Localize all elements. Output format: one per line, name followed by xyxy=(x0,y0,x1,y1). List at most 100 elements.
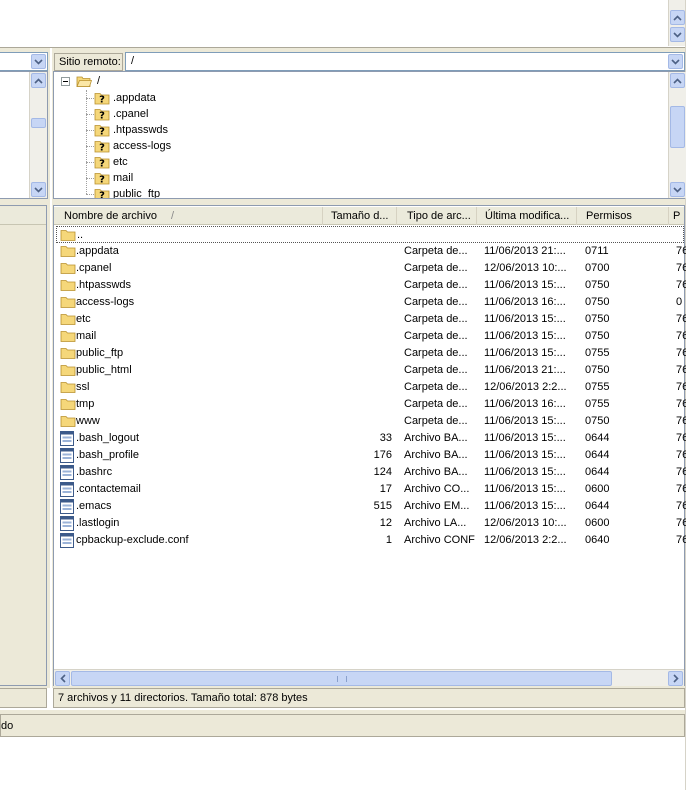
file-type: Archivo CO... xyxy=(404,483,470,495)
scroll-left-button[interactable] xyxy=(55,671,70,686)
column-permissions[interactable]: Permisos xyxy=(577,206,669,225)
scroll-right-button[interactable] xyxy=(668,671,683,686)
file-owner: 76 xyxy=(676,483,686,495)
list-horizontal-scrollbar[interactable] xyxy=(54,669,684,686)
table-row[interactable]: tmp Carpeta de... 11/06/2013 16:... 0755 76 xyxy=(56,396,686,413)
tree-item[interactable]: ? public_ftp xyxy=(94,186,160,200)
file-modified: 12/06/2013 10:... xyxy=(484,262,567,274)
file-icon xyxy=(60,499,74,514)
remote-tree: / ? .appdata? .cpanel? .htpasswds? access-lo… xyxy=(53,71,685,199)
parent-directory-row[interactable]: .. xyxy=(56,226,684,243)
local-path-combo[interactable] xyxy=(0,52,48,71)
scroll-thumb[interactable] xyxy=(670,106,685,148)
table-row[interactable]: .emacs 515 Archivo EM... 11/06/2013 15:... 0… xyxy=(56,498,686,515)
table-row[interactable]: access-logs Carpeta de... 11/06/2013 16:..… xyxy=(56,294,684,311)
file-owner: 76 xyxy=(676,279,686,291)
file-permissions: 0755 xyxy=(585,398,610,410)
scroll-down-button[interactable] xyxy=(670,27,685,42)
unknown-folder-icon: ? xyxy=(94,109,110,121)
tree-expander[interactable] xyxy=(61,77,70,86)
unknown-folder-icon: ? xyxy=(94,157,110,169)
message-log-scrollbar[interactable] xyxy=(668,0,686,46)
file-icon xyxy=(60,431,74,446)
file-modified: 12/06/2013 10:... xyxy=(484,517,567,529)
column-owner[interactable]: P xyxy=(669,207,684,225)
table-row[interactable]: .cpanel Carpeta de... 12/06/2013 10:... 070… xyxy=(56,260,686,277)
folder-icon xyxy=(60,416,76,427)
file-name: tmp xyxy=(76,398,95,410)
file-icon xyxy=(60,448,74,463)
table-row[interactable]: .bashrc 124 Archivo BA... 11/06/2013 15:...… xyxy=(56,464,686,481)
file-type: Archivo BA... xyxy=(404,432,468,444)
column-name[interactable]: Nombre de archivo / xyxy=(54,206,323,225)
file-size: 124 xyxy=(373,466,392,478)
folder-icon xyxy=(60,263,76,274)
scroll-down-button[interactable] xyxy=(670,182,685,197)
local-tree-scrollbar[interactable] xyxy=(29,72,47,198)
column-owner-label: P xyxy=(673,209,681,222)
scroll-up-button[interactable] xyxy=(31,73,46,88)
queue-tab-label[interactable]: do xyxy=(1,720,13,732)
remote-tree-scrollbar[interactable] xyxy=(668,72,686,198)
tree-item[interactable]: ? .htpasswds xyxy=(94,122,168,138)
scroll-thumb[interactable] xyxy=(71,671,612,686)
folder-icon xyxy=(60,246,76,257)
table-row[interactable]: .bash_logout 33 Archivo BA... 11/06/2013 15… xyxy=(56,430,686,447)
remote-path-dropdown-button[interactable] xyxy=(668,54,683,69)
table-row[interactable]: cpbackup-exclude.conf 1 Archivo CONF 12/06/… xyxy=(56,532,686,549)
chevron-up-icon xyxy=(673,77,682,84)
scroll-down-button[interactable] xyxy=(31,182,46,197)
column-permissions-label: Permisos xyxy=(586,209,632,222)
local-path-dropdown-button[interactable] xyxy=(31,54,46,69)
table-row[interactable]: .htpasswds Carpeta de... 11/06/2013 15:...… xyxy=(56,277,686,294)
scroll-up-button[interactable] xyxy=(670,73,685,88)
folder-icon xyxy=(60,280,76,291)
file-permissions: 0750 xyxy=(585,313,610,325)
file-icon xyxy=(60,465,74,480)
chevron-left-icon xyxy=(59,674,66,683)
tree-item[interactable]: ? .appdata xyxy=(94,90,156,106)
queue-tab-strip: do xyxy=(0,714,685,737)
table-row[interactable]: .bash_profile 176 Archivo BA... 11/06/2013 … xyxy=(56,447,686,464)
file-name: ssl xyxy=(76,381,90,393)
table-row[interactable]: mail Carpeta de... 11/06/2013 15:... 0750 76 xyxy=(56,328,686,345)
table-row[interactable]: ssl Carpeta de... 12/06/2013 2:2... 0755 76 xyxy=(56,379,686,396)
file-modified: 11/06/2013 16:... xyxy=(484,296,566,308)
remote-path-value: / xyxy=(131,55,135,67)
table-row[interactable]: .appdata Carpeta de... 11/06/2013 21:... 07… xyxy=(56,243,686,260)
file-owner: 76 xyxy=(676,449,686,461)
remote-site-label-box: Sitio remoto: xyxy=(54,53,123,71)
tree-root-label: / xyxy=(97,75,101,87)
remote-status-bar: 7 archivos y 11 directorios. Tamaño tota… xyxy=(53,688,685,708)
file-icon xyxy=(60,533,74,548)
table-row[interactable]: .contactemail 17 Archivo CO... 11/06/2013 1… xyxy=(56,481,686,498)
scroll-up-button[interactable] xyxy=(670,10,685,25)
table-row[interactable]: public_html Carpeta de... 11/06/2013 21:..… xyxy=(56,362,686,379)
folder-icon xyxy=(60,297,76,308)
column-type[interactable]: Tipo de arc... xyxy=(397,206,477,225)
table-row[interactable]: public_ftp Carpeta de... 11/06/2013 15:...… xyxy=(56,345,686,362)
file-name: public_ftp xyxy=(76,347,124,359)
file-permissions: 0750 xyxy=(585,296,610,308)
file-size: 17 xyxy=(379,483,392,495)
file-permissions: 0600 xyxy=(585,483,610,495)
table-row[interactable]: .lastlogin 12 Archivo LA... 12/06/2013 10:.… xyxy=(56,515,686,532)
file-permissions: 0640 xyxy=(585,534,610,546)
tree-item[interactable]: ? etc xyxy=(94,154,128,170)
tree-root[interactable]: / xyxy=(76,73,100,89)
remote-summary: 7 archivos y 11 directorios. Tamaño tota… xyxy=(58,692,308,704)
file-type: Carpeta de... xyxy=(404,415,468,427)
file-modified: 11/06/2013 15:... xyxy=(484,449,566,461)
table-row[interactable]: etc Carpeta de... 11/06/2013 15:... 0750 76 xyxy=(56,311,686,328)
file-modified: 11/06/2013 15:... xyxy=(484,330,566,342)
svg-text:?: ? xyxy=(99,191,105,200)
tree-item[interactable]: ? access-logs xyxy=(94,138,171,154)
tree-item[interactable]: ? mail xyxy=(94,170,133,186)
column-size-label: Tamaño d... xyxy=(331,209,389,222)
scroll-thumb[interactable] xyxy=(31,118,46,128)
remote-path-combo[interactable]: / xyxy=(125,52,685,71)
column-size[interactable]: Tamaño d... xyxy=(323,206,397,225)
tree-item[interactable]: ? .cpanel xyxy=(94,106,148,122)
column-modified[interactable]: Última modifica... xyxy=(477,206,577,225)
table-row[interactable]: www Carpeta de... 11/06/2013 15:... 0750 76 xyxy=(56,413,686,430)
